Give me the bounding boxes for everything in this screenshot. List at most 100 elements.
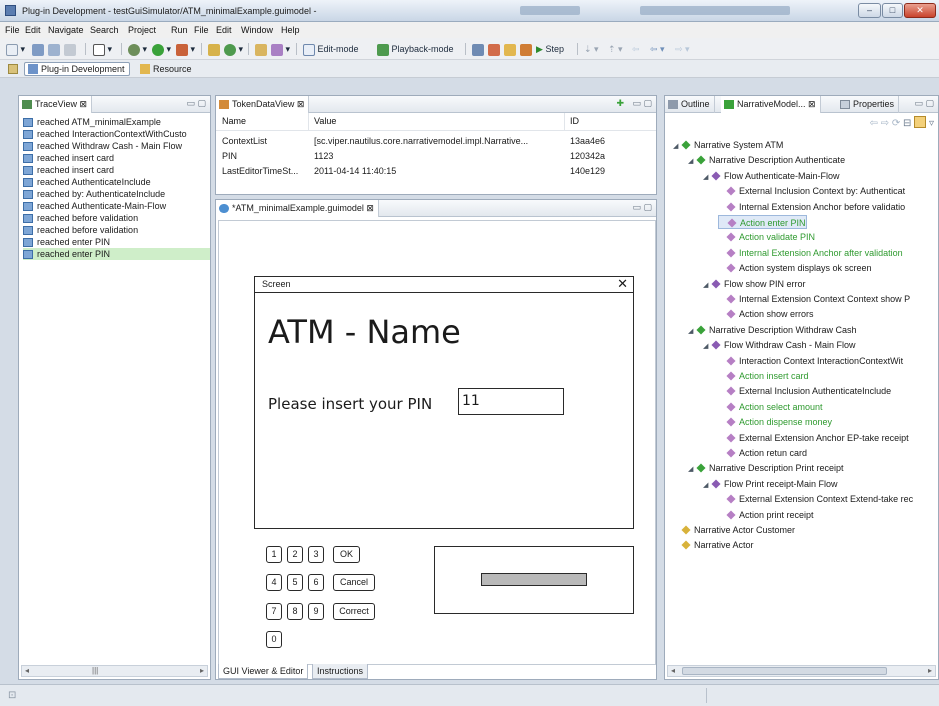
key-0[interactable]: 0: [266, 631, 282, 648]
tab-properties[interactable]: Properties: [837, 96, 900, 113]
tree-item[interactable]: Action system displays ok screen: [718, 261, 872, 275]
back-icon[interactable]: ⇦: [870, 118, 878, 129]
tree-item[interactable]: ◢ Flow Authenticate-Main-Flow: [703, 169, 840, 183]
perspective-plugin-development[interactable]: Plug-in Development: [24, 62, 130, 76]
gui-canvas[interactable]: Screen ✕ ATM - Name Please insert your P…: [218, 220, 656, 665]
trace-item[interactable]: reached insert card: [23, 152, 210, 164]
tree-item[interactable]: Action show errors: [718, 307, 814, 321]
perspective-resource[interactable]: Resource: [136, 62, 197, 76]
tree-item[interactable]: Action insert card: [718, 369, 809, 383]
trace-item[interactable]: reached before validation: [23, 212, 210, 224]
column-name[interactable]: Name: [222, 116, 246, 126]
tree-item[interactable]: ◢ Narrative Description Authenticate: [688, 153, 845, 167]
screen-frame[interactable]: Screen ✕ ATM - Name Please insert your P…: [254, 276, 634, 529]
tab-outline[interactable]: Outline: [665, 96, 715, 113]
expand-icon[interactable]: ◢: [703, 479, 712, 493]
minimize-maximize-icon[interactable]: ▭ ▢: [914, 98, 934, 109]
last-edit-icon[interactable]: ⇦: [632, 42, 640, 56]
card-slot[interactable]: [481, 573, 587, 586]
forward-icon[interactable]: ⇨ ▾: [675, 42, 690, 56]
run-icon[interactable]: ▾: [152, 42, 171, 56]
horizontal-scrollbar[interactable]: ◂ ▸: [667, 665, 936, 677]
key-1[interactable]: 1: [266, 546, 282, 563]
horizontal-scrollbar[interactable]: ◂ ||| ▸: [21, 665, 208, 677]
trace-item[interactable]: reached AuthenticateInclude: [23, 176, 210, 188]
menu-search[interactable]: Search: [90, 25, 119, 35]
tree-item[interactable]: Action print receipt: [718, 508, 814, 522]
add-icon[interactable]: [520, 42, 532, 56]
tree-item[interactable]: Interaction Context InteractionContextWi…: [718, 354, 903, 368]
key-ok[interactable]: OK: [333, 546, 360, 563]
key-9[interactable]: 9: [308, 603, 324, 620]
trace-item[interactable]: reached before validation: [23, 224, 210, 236]
menu-project[interactable]: Project: [128, 25, 156, 35]
add-token-icon[interactable]: ✚: [616, 98, 624, 109]
expand-icon[interactable]: ◢: [703, 279, 712, 293]
save-icon[interactable]: [32, 42, 44, 56]
refresh-icon[interactable]: ⟳: [892, 118, 900, 129]
expand-icon[interactable]: ◢: [688, 463, 697, 477]
save-all-icon[interactable]: [48, 42, 60, 56]
folder-icon[interactable]: [504, 42, 516, 56]
expand-icon[interactable]: ◢: [673, 140, 682, 154]
key-3[interactable]: 3: [308, 546, 324, 563]
external-tools-icon[interactable]: ▾: [176, 42, 195, 56]
key-cancel[interactable]: Cancel: [333, 574, 375, 591]
expand-icon[interactable]: ◢: [688, 155, 697, 169]
link-editor-icon[interactable]: [914, 116, 927, 128]
tree-item[interactable]: External Extension Context Extend-take r…: [718, 492, 913, 506]
collapse-all-icon[interactable]: ⊟: [903, 118, 911, 129]
key-correct[interactable]: Correct: [333, 603, 375, 620]
menu-navigate[interactable]: Navigate: [48, 25, 84, 35]
key-7[interactable]: 7: [266, 603, 282, 620]
tree-item[interactable]: Narrative Actor: [673, 538, 754, 552]
tree-item[interactable]: External Extension Anchor EP-take receip…: [718, 431, 909, 445]
tree-item[interactable]: ◢ Narrative Description Withdraw Cash: [688, 323, 857, 337]
key-2[interactable]: 2: [287, 546, 303, 563]
close-icon[interactable]: ✕: [617, 276, 628, 292]
tab-narrativemodel[interactable]: NarrativeModel... ⊠: [721, 96, 821, 113]
edit-mode-button[interactable]: Edit-mode: [303, 42, 359, 56]
debug-icon[interactable]: ▾: [128, 42, 147, 56]
prev-annotation-icon[interactable]: ⇡ ▾: [608, 42, 623, 56]
tree-item[interactable]: ◢ Flow Print receipt-Main Flow: [703, 477, 838, 491]
tree-item[interactable]: Action enter PIN: [718, 215, 807, 229]
tab-guimodel-editor[interactable]: *ATM_minimalExample.guimodel ⊠: [216, 200, 379, 217]
trace-item[interactable]: reached insert card: [23, 164, 210, 176]
tree-item[interactable]: ◢ Narrative Description Print receipt: [688, 461, 844, 475]
minimize-maximize-icon[interactable]: ▭ ▢: [632, 98, 652, 109]
tree-item[interactable]: External Inclusion Context by: Authentic…: [718, 184, 905, 198]
tree-item[interactable]: Action select amount: [718, 400, 823, 414]
tree-item[interactable]: Internal Extension Anchor after validati…: [718, 246, 903, 260]
minimize-maximize-icon[interactable]: ▭ ▢: [186, 98, 206, 109]
forward-icon[interactable]: ⇨: [881, 118, 889, 129]
close-button[interactable]: ✕: [904, 3, 936, 18]
key-6[interactable]: 6: [308, 574, 324, 591]
console-icon[interactable]: ▾: [93, 42, 112, 56]
trace-item[interactable]: reached InteractionContextWithCusto: [23, 128, 210, 140]
tree-item[interactable]: Internal Extension Anchor before validat…: [718, 200, 905, 214]
fast-view-icon[interactable]: ⊡: [8, 690, 16, 701]
column-id[interactable]: ID: [570, 116, 579, 126]
trace-item[interactable]: reached Authenticate-Main-Flow: [23, 200, 210, 212]
menu-edit-2[interactable]: Edit: [216, 25, 232, 35]
trace-item[interactable]: reached by: AuthenticateInclude: [23, 188, 210, 200]
tab-tokendataview[interactable]: TokenDataView ⊠: [216, 96, 310, 113]
tree-item[interactable]: Internal Extension Context Context show …: [718, 292, 910, 306]
step-button[interactable]: ▶ Step: [536, 42, 564, 56]
tree-item[interactable]: Action validate PIN: [718, 230, 815, 244]
trace-item[interactable]: reached Withdraw Cash - Main Flow: [23, 140, 210, 152]
tree-item[interactable]: External Inclusion AuthenticateInclude: [718, 384, 891, 398]
open-type-icon[interactable]: [255, 42, 267, 56]
tab-gui-viewer-editor[interactable]: GUI Viewer & Editor: [218, 664, 309, 679]
maximize-button[interactable]: □: [882, 3, 903, 18]
next-annotation-icon[interactable]: ⇣ ▾: [584, 42, 599, 56]
new-java-project-icon[interactable]: [208, 42, 220, 56]
trace-item[interactable]: reached enter PIN: [23, 236, 210, 248]
key-5[interactable]: 5: [287, 574, 303, 591]
tab-instructions[interactable]: Instructions: [312, 664, 369, 679]
open-perspective-icon[interactable]: [4, 62, 22, 76]
view-menu-icon[interactable]: ▿: [929, 118, 934, 129]
tree-item[interactable]: Action dispense money: [718, 415, 832, 429]
key-4[interactable]: 4: [266, 574, 282, 591]
